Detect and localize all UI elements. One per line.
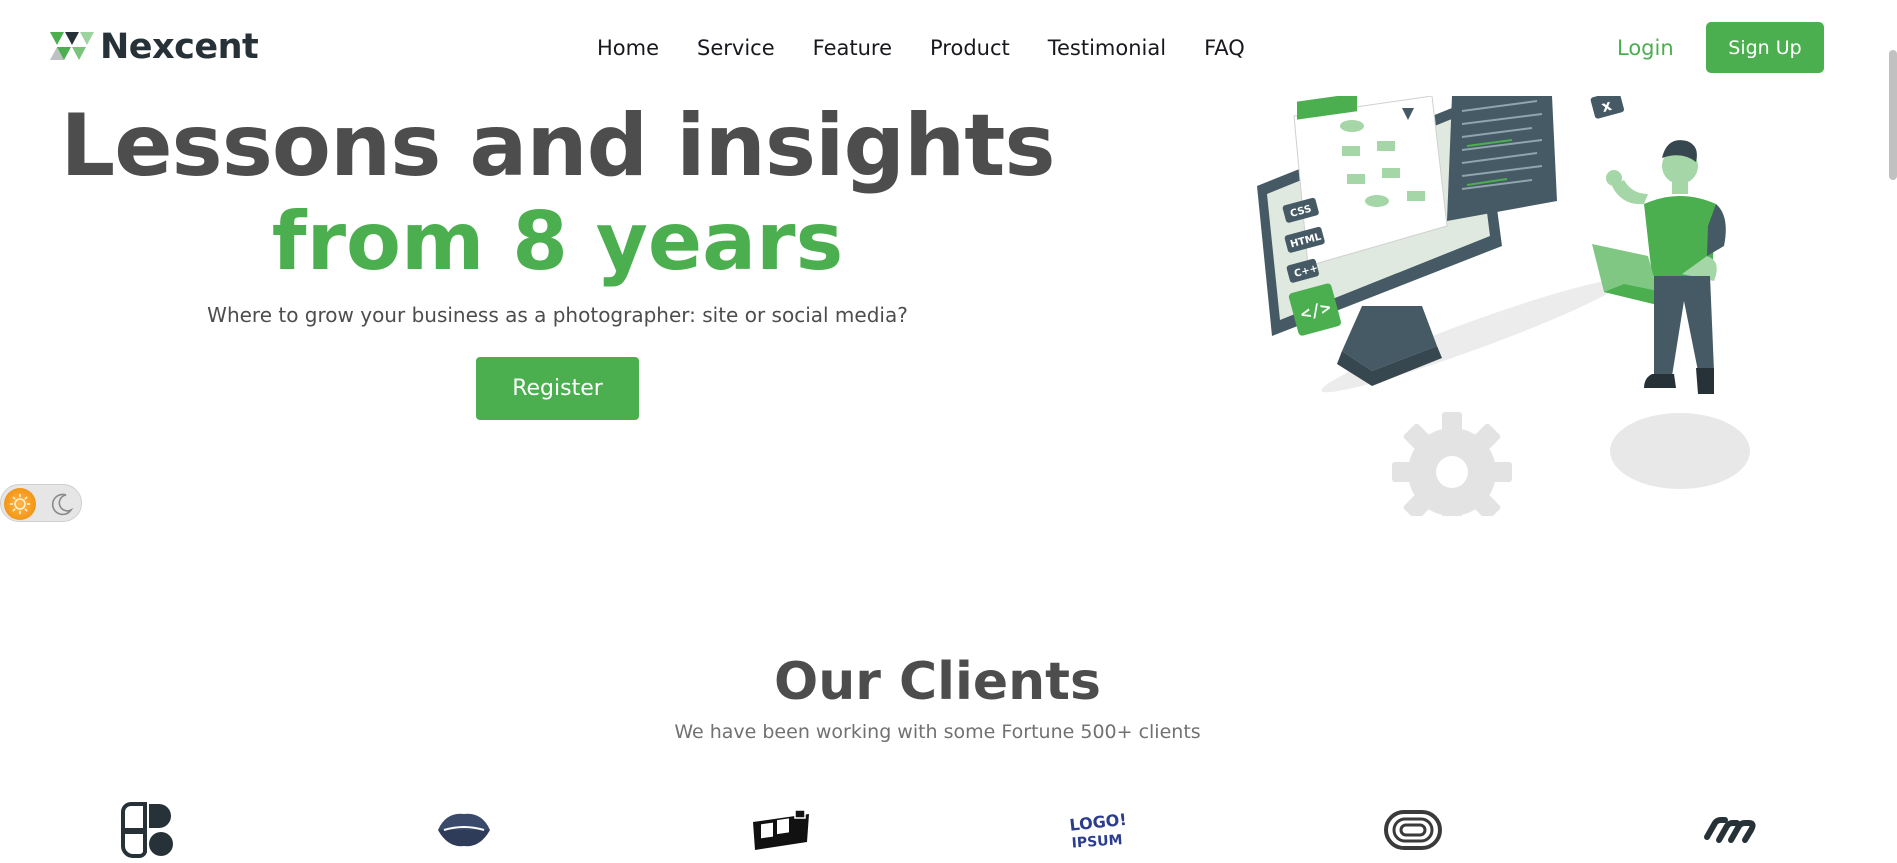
login-link[interactable]: Login: [1617, 34, 1674, 62]
nav-link-feature[interactable]: Feature: [813, 34, 892, 62]
client-logo-5-icon: [1381, 800, 1445, 860]
theme-toggle[interactable]: [0, 484, 82, 522]
client-logo-3-icon: [745, 800, 817, 860]
scrollbar-thumb[interactable]: [1889, 50, 1897, 180]
hero-title-line2: from 8 years: [271, 195, 844, 288]
register-button[interactable]: Register: [476, 357, 639, 420]
main-nav: Home Service Feature Product Testimonial…: [597, 34, 1245, 62]
moon-icon: [51, 493, 72, 516]
sun-icon: [4, 488, 36, 520]
navbar: Nexcent Home Service Feature Product Tes…: [0, 0, 1897, 96]
signup-button[interactable]: Sign Up: [1706, 22, 1824, 73]
developer-illustration: CSS HTML C++ </> x: [1257, 96, 1750, 516]
gear-icon: [1392, 412, 1512, 516]
nav-link-service[interactable]: Service: [697, 34, 775, 62]
nav-link-home[interactable]: Home: [597, 34, 659, 62]
nav-link-faq[interactable]: FAQ: [1204, 34, 1245, 62]
brand-logo[interactable]: Nexcent: [50, 27, 259, 67]
hero-title-line1: Lessons and insights: [60, 96, 1055, 196]
svg-text:IPSUM: IPSUM: [1071, 832, 1123, 852]
client-logo-1-icon: [115, 800, 179, 860]
nav-link-testimonial[interactable]: Testimonial: [1048, 34, 1166, 62]
brand-name: Nexcent: [100, 27, 259, 67]
svg-text:LOGO!: LOGO!: [1069, 810, 1128, 835]
client-logo-6-icon: [1696, 800, 1764, 860]
client-logo-2-icon: [432, 800, 496, 860]
person-figure: [1592, 140, 1726, 394]
hero-subtitle: Where to grow your business as a photogr…: [207, 303, 908, 327]
clients-title: Our Clients: [774, 652, 1101, 712]
clients-subtitle: We have been working with some Fortune 5…: [674, 721, 1201, 743]
client-logo-4-icon: LOGO! IPSUM: [1062, 800, 1134, 860]
nav-link-product[interactable]: Product: [930, 34, 1010, 62]
nexcent-triangles-logo-icon: [50, 32, 94, 60]
